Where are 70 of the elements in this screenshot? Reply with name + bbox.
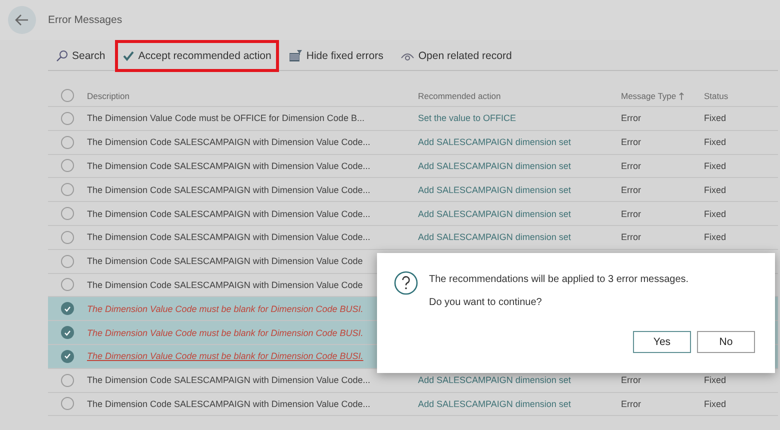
- column-header[interactable]: Description: [87, 90, 418, 100]
- description-cell[interactable]: The Dimension Code SALESCAMPAIGN with Dimension Value Code...: [87, 160, 418, 171]
- description-cell[interactable]: The Dimension Code SALESCAMPAIGN with Dimension Value Code...: [87, 208, 418, 219]
- status-cell-text: Fixed: [704, 184, 728, 195]
- recommended-action-link[interactable]: Add SALESCAMPAIGN dimension set: [418, 375, 621, 386]
- recommended-action-link[interactable]: Add SALESCAMPAIGN dimension set: [418, 398, 621, 409]
- select-all-checkbox[interactable]: [61, 89, 74, 102]
- status-cell-text: Fixed: [704, 398, 728, 409]
- eye-icon: [401, 52, 414, 60]
- message-type-cell-text: Error: [621, 137, 642, 148]
- row-checkbox[interactable]: [61, 112, 74, 125]
- message-type-cell-text: Error: [621, 160, 642, 171]
- recommended-action-link[interactable]: Add SALESCAMPAIGN dimension set: [418, 184, 621, 195]
- toolbar-button[interactable]: Hide fixed errors: [281, 40, 392, 72]
- toolbar-button[interactable]: Open related record: [393, 40, 520, 72]
- recommended-action-link[interactable]: Add SALESCAMPAIGN dimension set: [418, 160, 621, 171]
- sort-ascending-icon: [679, 92, 684, 100]
- dialog-button[interactable]: Yes: [633, 331, 691, 353]
- dialog-message: The recommendations will be applied to 3 error messages.: [429, 274, 689, 285]
- description-cell[interactable]: The Dimension Code SALESCAMPAIGN with Dimension Value Code...: [87, 398, 418, 409]
- recommended-action-link[interactable]: Add SALESCAMPAIGN dimension set: [418, 137, 621, 148]
- checkmark-icon: [64, 330, 71, 336]
- recommended-action-link[interactable]: Set the value to OFFICE: [418, 113, 621, 124]
- column-header[interactable]: Status: [704, 90, 778, 100]
- dialog-button[interactable]: No: [697, 331, 755, 353]
- row-checkbox[interactable]: [61, 302, 74, 316]
- description-cell[interactable]: The Dimension Value Code must be OFFICE for Dimension Code B...: [87, 113, 418, 124]
- status-cell-text: Fixed: [704, 375, 728, 386]
- row-checkbox[interactable]: [61, 350, 74, 363]
- message-type-cell-text: Error: [621, 208, 642, 219]
- column-header[interactable]: Message Type: [621, 90, 676, 100]
- status-cell-text: Fixed: [704, 113, 728, 124]
- toolbar-button[interactable]: Accept recommended action: [115, 40, 280, 72]
- back-button[interactable]: [8, 6, 36, 34]
- row-checkbox[interactable]: [61, 254, 74, 268]
- row-checkbox[interactable]: [61, 159, 74, 172]
- message-type-cell-text: Error: [621, 113, 642, 124]
- row-checkbox[interactable]: [61, 230, 74, 244]
- message-type-cell-text: Error: [621, 375, 642, 386]
- description-cell[interactable]: The Dimension Code SALESCAMPAIGN with Dimension Value Code...: [87, 184, 418, 195]
- message-type-cell-text: Error: [621, 232, 642, 242]
- status-cell-text: Fixed: [704, 160, 728, 171]
- message-type-cell-text: Error: [621, 398, 642, 409]
- status-cell-text: Fixed: [704, 232, 728, 242]
- description-cell[interactable]: The Dimension Code SALESCAMPAIGN with Dimension Value Code...: [87, 232, 418, 242]
- checkmark-icon: [64, 353, 71, 360]
- toolbar-button[interactable]: Search: [48, 40, 114, 72]
- dialog-question: Do you want to continue?: [429, 297, 543, 308]
- recommended-action-link[interactable]: Add SALESCAMPAIGN dimension set: [418, 208, 621, 219]
- search-icon: [56, 50, 68, 62]
- row-checkbox[interactable]: [61, 183, 74, 196]
- question-icon: [394, 271, 418, 295]
- status-cell-text: Fixed: [704, 137, 728, 148]
- row-checkbox[interactable]: [61, 136, 74, 149]
- row-checkbox[interactable]: [61, 326, 74, 340]
- row-checkbox[interactable]: [61, 397, 74, 410]
- recommended-action-link[interactable]: Add SALESCAMPAIGN dimension set: [418, 232, 621, 242]
- checkmark-icon: [123, 51, 134, 61]
- status-cell-text: Fixed: [704, 208, 728, 219]
- column-header[interactable]: Recommended action: [418, 90, 621, 100]
- filter-list-icon: [289, 50, 302, 62]
- description-cell[interactable]: The Dimension Code SALESCAMPAIGN with Dimension Value Code...: [87, 137, 418, 148]
- message-type-cell-text: Error: [621, 184, 642, 195]
- row-checkbox[interactable]: [61, 207, 74, 220]
- row-checkbox[interactable]: [61, 374, 74, 387]
- checkmark-icon: [64, 306, 71, 312]
- back-arrow-icon: [15, 14, 29, 26]
- page-title: Error Messages: [48, 14, 122, 26]
- description-cell[interactable]: The Dimension Code SALESCAMPAIGN with Dimension Value Code...: [87, 375, 418, 386]
- row-checkbox[interactable]: [61, 278, 74, 292]
